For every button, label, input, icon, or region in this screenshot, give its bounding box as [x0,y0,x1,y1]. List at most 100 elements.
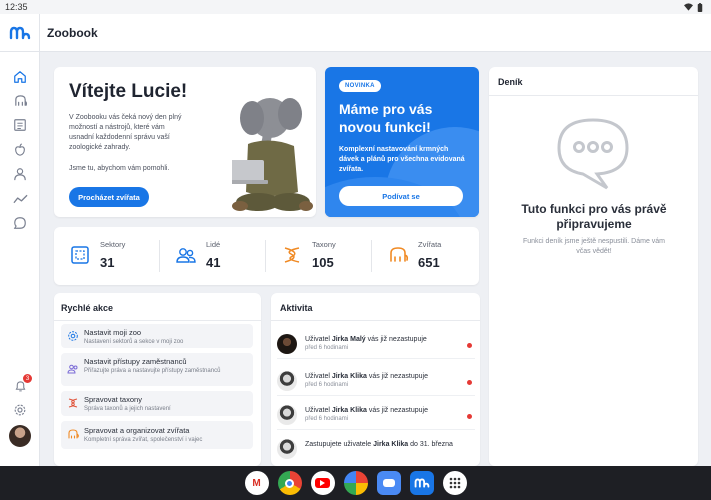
people-icon [176,248,196,263]
dna-icon [284,247,300,263]
unread-dot [467,380,472,385]
battery-icon [697,2,703,12]
diary-heading: Tuto funkci pro vás právě připravujeme [521,202,667,231]
activity-time: před 6 hodinami [305,382,349,388]
app-bar: Zoobook [0,13,711,52]
stat-animals[interactable]: Zvířata 651 [372,227,478,285]
app-title: Zoobook [47,25,98,40]
activity-item[interactable]: Zastupujete uživatele Jirka Klika do 31.… [277,435,475,464]
quick-action-manage-taxa[interactable]: Spravovat taxony Správa taxonů a jejich … [61,391,253,416]
news-title: Máme pro vás novou funkci! [339,101,433,135]
activity-item[interactable]: Uživatel Jirka Malý vás již nezastupuje … [277,330,475,359]
elephant-illustration [232,98,313,211]
activity-text: Uživatel Jirka Klika vás již nezastupuje [305,373,428,380]
activity-item[interactable]: Uživatel Jirka Klika vás již nezastupuje… [277,367,475,396]
stat-label: Zvířata [418,240,442,249]
avatar [277,405,297,425]
home-icon[interactable] [11,68,29,86]
chat-bubble-icon [557,118,629,190]
elephant-icon [390,247,409,262]
quick-action-name: Nastavit přístupy zaměstnanců [84,357,187,366]
unread-dot [467,343,472,348]
sectors-icon [71,246,89,264]
activity-time: před 6 hodinami [305,345,349,351]
chat-icon[interactable] [11,214,29,232]
sidebar: 3 [0,52,40,466]
activity-time: před 6 hodinami [305,416,349,422]
activity-text: Uživatel Jirka Malý vás již nezastupuje [305,336,427,343]
diary-card: Deník Tuto funkci pro vás právě připravu… [489,67,698,466]
quick-action-name: Spravovat taxony [84,395,142,404]
view-feature-button[interactable]: Podívat se [339,186,463,206]
news-card: NOVINKA Máme pro vás novou funkci! Kompl… [325,67,479,217]
taskbar: M [0,466,711,500]
welcome-help: Jsme tu, abychom vám pomohli. [69,165,170,172]
unread-dot [467,414,472,419]
launcher-icon[interactable] [442,471,467,495]
zoobook-logo[interactable] [0,13,40,52]
photos-icon[interactable] [343,471,368,495]
news-icon[interactable] [11,116,29,134]
stats-card: Sektory 31 Lidé 41 Taxony 105 Zvířata 65… [54,227,479,285]
avatar [277,439,297,459]
stat-value: 105 [312,255,334,270]
chrome-icon[interactable] [277,471,302,495]
gmail-icon[interactable]: M [244,471,269,495]
avatar [277,371,297,391]
quick-action-desc: Správa taxonů a jejich nastavení [84,406,171,412]
gear-icon[interactable] [11,401,29,419]
chart-icon[interactable] [11,190,29,208]
dna-icon [68,398,78,408]
quick-action-desc: Nastavení sektorů a sekce v moji zoo [84,339,184,345]
elephant-icon[interactable] [11,92,29,110]
stat-label: Sektory [100,240,126,249]
bell-icon[interactable]: 3 [11,374,32,395]
user-avatar[interactable] [9,425,31,447]
divider [54,320,261,321]
messages-icon[interactable] [376,471,401,495]
diary-title: Deník [498,77,523,87]
browse-animals-button[interactable]: Procházet zvířata [69,187,149,207]
news-description: Komplexní nastavování krmných dávek a pl… [339,146,465,173]
quick-action-employee-access[interactable]: Nastavit přístupy zaměstnanců Přiřazujte… [61,353,253,386]
quick-actions-card: Rychlé akce Nastavit moji zoo Nastavení … [54,293,261,466]
activity-text: Zastupujete uživatele Jirka Klika do 31.… [305,441,453,448]
avatar [277,334,297,354]
welcome-title: Vítejte Lucie! [69,81,188,102]
notification-badge: 3 [23,374,32,383]
activity-card: Aktivita Uživatel Jirka Malý vás již nez… [271,293,480,466]
quick-action-desc: Přiřazujte práva a nastavujte přístupy z… [84,368,221,374]
stat-people[interactable]: Lidé 41 [160,227,266,285]
wifi-icon [684,3,693,11]
divider [271,320,480,321]
stat-label: Lidé [206,240,221,249]
welcome-description: V Zoobooku vás čeká nový den plný možnos… [69,114,182,151]
stat-sectors[interactable]: Sektory 31 [54,227,160,285]
quick-action-name: Nastavit moji zoo [84,328,142,337]
news-tag: NOVINKA [339,80,381,92]
welcome-card: Vítejte Lucie! V Zoobooku vás čeká nový … [54,67,316,217]
status-bar: 12:35 [0,0,711,14]
quick-action-desc: Kompletní správa zvířat, společenství i … [84,437,203,443]
stat-value: 31 [100,255,115,270]
activity-title: Aktivita [280,303,313,313]
quick-action-name: Spravovat a organizovat zvířata [84,426,190,435]
apple-icon[interactable] [11,141,29,159]
quick-action-setup-zoo[interactable]: Nastavit moji zoo Nastavení sektorů a se… [61,324,253,348]
elephant-icon [68,429,79,439]
stat-taxa[interactable]: Taxony 105 [266,227,372,285]
gear-icon [68,331,78,341]
divider [489,95,698,96]
activity-text: Uživatel Jirka Klika vás již nezastupuje [305,407,428,414]
zoobook-icon[interactable] [409,471,434,495]
diary-description: Funkci deník jsme ještě nespustili. Dáme… [523,238,665,255]
youtube-icon[interactable] [310,471,335,495]
activity-item[interactable]: Uživatel Jirka Klika vás již nezastupuje… [277,401,475,430]
quick-action-manage-animals[interactable]: Spravovat a organizovat zvířata Kompletn… [61,421,253,449]
stat-label: Taxony [312,240,336,249]
quick-actions-title: Rychlé akce [61,303,114,313]
clock: 12:35 [5,2,28,12]
stat-value: 41 [206,255,221,270]
user-icon[interactable] [11,165,29,183]
stat-value: 651 [418,255,440,270]
